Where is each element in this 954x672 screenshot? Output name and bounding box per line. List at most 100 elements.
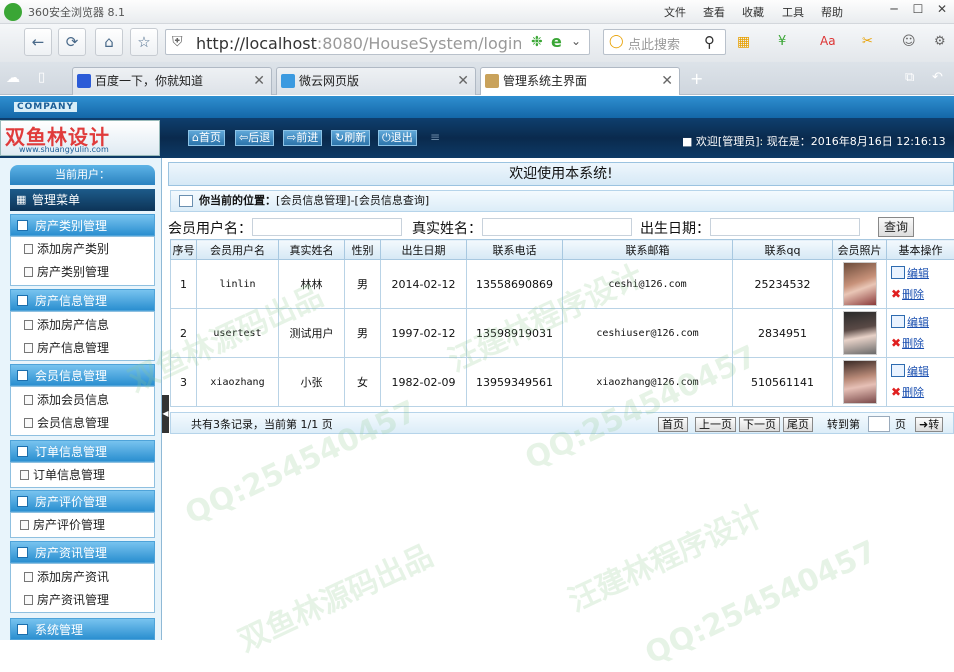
refresh-icon[interactable]: ⟳ — [58, 28, 86, 56]
birth-date-input[interactable] — [710, 218, 860, 236]
logout-label: 退出 — [391, 131, 413, 144]
apps-icon[interactable]: ▦ — [737, 34, 750, 50]
item-label: 房产类别管理 — [37, 265, 109, 279]
menu-file[interactable]: 文件 — [664, 4, 686, 20]
last-page-button[interactable]: 尾页 — [783, 417, 813, 432]
back-button[interactable]: ⇦后退 — [235, 130, 274, 146]
search-engine-icon[interactable]: ◯ — [609, 34, 624, 49]
delete-link[interactable]: 删除 — [902, 288, 924, 301]
tab-close-icon[interactable]: ✕ — [661, 68, 673, 94]
favorite-star-icon[interactable]: ☆ — [130, 28, 158, 56]
cell-photo — [833, 260, 887, 309]
sidebar-item-add-house[interactable]: 添加房产信息 — [24, 316, 109, 333]
forward-button[interactable]: ⇨前进 — [283, 130, 322, 146]
grid-icon: ▦ — [16, 189, 26, 211]
group-title: 订单信息管理 — [35, 445, 107, 459]
tab-admin-main[interactable]: 管理系统主界面 ✕ — [480, 67, 680, 95]
sidebar-item-manage-order[interactable]: 订单信息管理 — [20, 466, 105, 483]
pager-info: 共有3条记录，当前第 1/1 页 — [191, 416, 333, 432]
tools-icon[interactable]: ⚙ — [934, 34, 946, 49]
edit-link[interactable]: 编辑 — [907, 316, 929, 329]
search-icon[interactable]: ⚲ — [704, 33, 715, 51]
doc-icon — [24, 267, 33, 277]
minimize-icon[interactable]: ─ — [884, 2, 904, 20]
address-bar[interactable]: ⛨ http://localhost:8080/HouseSystem/logi… — [165, 29, 590, 55]
home-label: 首页 — [199, 131, 221, 144]
logout-button[interactable]: ⏻退出 — [378, 130, 417, 146]
table-row: 2 usertest 测试用户 男 1997-02-12 13598919031… — [171, 309, 954, 358]
sidebar-collapse-handle[interactable]: ◀ — [162, 395, 169, 433]
goto-page-input[interactable] — [868, 416, 890, 432]
group-house-review[interactable]: 房产评价管理 — [10, 490, 155, 512]
undo-icon[interactable]: ↶ — [932, 70, 943, 85]
browser-title: 360安全浏览器 8.1 — [28, 4, 125, 20]
group-order-info[interactable]: 订单信息管理 — [10, 440, 155, 462]
restore-tab-icon[interactable]: ⧉ — [905, 70, 914, 85]
home-icon[interactable]: ⌂ — [95, 28, 123, 56]
maximize-icon[interactable]: ☐ — [908, 2, 928, 20]
delete-link[interactable]: 删除 — [902, 386, 924, 399]
doc-icon — [20, 520, 29, 530]
user-role: [管理员] — [718, 135, 760, 148]
menu-tools[interactable]: 工具 — [782, 4, 804, 20]
username-label: 会员用户名： — [168, 218, 252, 238]
watermark-source: 双鱼林源码出品 — [230, 531, 439, 660]
refresh-button[interactable]: ↻刷新 — [331, 130, 370, 146]
sidebar-item-manage-review[interactable]: 房产评价管理 — [20, 516, 105, 533]
cloud-icon[interactable]: ☁ — [6, 70, 20, 86]
currency-icon[interactable]: ¥ — [778, 34, 786, 49]
sidebar-item-add-news[interactable]: 添加房产资讯 — [24, 568, 109, 585]
search-box[interactable]: ◯ 点此搜索 ⚲ — [603, 29, 726, 55]
group-house-info[interactable]: 房产信息管理 — [10, 289, 155, 311]
prev-page-button[interactable]: 上一页 — [695, 417, 736, 432]
query-button[interactable]: 查询 — [878, 217, 914, 237]
watermark-qq: QQ:254540457 — [640, 534, 882, 672]
sidebar-item-manage-news[interactable]: 房产资讯管理 — [24, 591, 109, 608]
phone-icon[interactable]: ▯ — [38, 70, 45, 85]
compat-mode-icon[interactable]: ❉ — [531, 34, 543, 50]
edit-link[interactable]: 编辑 — [907, 267, 929, 280]
new-tab-icon[interactable]: + — [690, 69, 703, 88]
back-icon[interactable]: ← — [24, 28, 52, 56]
tab-baidu[interactable]: 百度一下，你就知道 ✕ — [72, 67, 272, 95]
first-page-button[interactable]: 首页 — [658, 417, 688, 432]
menu-favorites[interactable]: 收藏 — [742, 4, 764, 20]
goto-button[interactable]: ➜转 — [915, 417, 943, 432]
sidebar-item-add-member[interactable]: 添加会员信息 — [24, 391, 109, 408]
menu-view[interactable]: 查看 — [703, 4, 725, 20]
cell-no: 2 — [171, 309, 197, 358]
screenshot-icon[interactable]: ✂ — [862, 34, 873, 49]
translate-icon[interactable]: Aa — [820, 34, 836, 48]
next-page-button[interactable]: 下一页 — [739, 417, 780, 432]
delete-link[interactable]: 删除 — [902, 337, 924, 350]
url-path: :8080/HouseSystem/login/logir — [317, 34, 521, 53]
sidebar-item-manage-category[interactable]: 房产类别管理 — [24, 263, 109, 280]
group-member-info[interactable]: 会员信息管理 — [10, 364, 155, 386]
ie-icon[interactable]: e — [551, 32, 562, 51]
home-button[interactable]: ⌂首页 — [188, 130, 225, 146]
group-system[interactable]: 系统管理 — [10, 618, 155, 640]
cell-realname: 林林 — [279, 260, 345, 309]
group-house-news[interactable]: 房产资讯管理 — [10, 541, 155, 563]
location-path: [会员信息管理]-[会员信息查询] — [276, 194, 429, 207]
close-icon[interactable]: ✕ — [932, 2, 952, 20]
tab-close-icon[interactable]: ✕ — [457, 68, 469, 94]
edit-link[interactable]: 编辑 — [907, 365, 929, 378]
sidebar-item-add-category[interactable]: 添加房产类别 — [24, 240, 109, 257]
group-title: 房产信息管理 — [35, 294, 107, 308]
address-text[interactable]: http://localhost:8080/HouseSystem/login/… — [196, 34, 521, 53]
cell-realname: 测试用户 — [279, 309, 345, 358]
sidebar-item-manage-house[interactable]: 房产信息管理 — [24, 339, 109, 356]
cell-username: xiaozhang — [197, 358, 279, 407]
group-house-category[interactable]: 房产类别管理 — [10, 214, 155, 236]
realname-input[interactable] — [482, 218, 632, 236]
game-icon[interactable]: ☺ — [902, 34, 916, 49]
tab-weiyun[interactable]: 微云网页版 ✕ — [276, 67, 476, 95]
sidebar-item-manage-member[interactable]: 会员信息管理 — [24, 414, 109, 431]
dropdown-icon[interactable]: ⌄ — [571, 34, 581, 48]
refresh-label: 刷新 — [344, 131, 366, 144]
tab-close-icon[interactable]: ✕ — [253, 68, 265, 94]
username-input[interactable] — [252, 218, 402, 236]
group-title: 房产资讯管理 — [35, 546, 107, 560]
menu-help[interactable]: 帮助 — [821, 4, 843, 20]
